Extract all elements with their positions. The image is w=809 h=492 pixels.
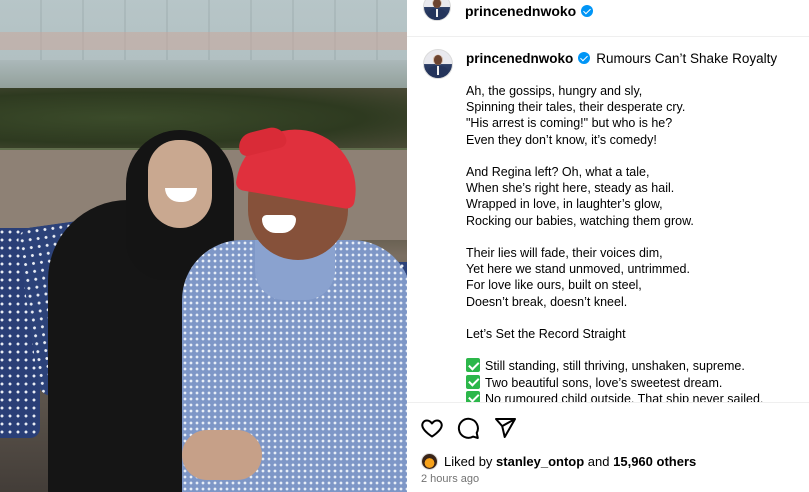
share-button[interactable] xyxy=(493,416,517,440)
checklist-item-text: No rumoured child outside, That ship nev… xyxy=(485,391,764,402)
avatar-shirt xyxy=(435,9,439,17)
heart-icon xyxy=(421,419,443,438)
avatar-face xyxy=(433,55,443,66)
avatar-shirt xyxy=(436,66,440,75)
check-mark-icon xyxy=(466,374,480,389)
comment-icon xyxy=(457,417,479,439)
caption-line: Even they don’t know, it’s comedy! xyxy=(466,132,657,147)
caption-checklist: Still standing, still thriving, unshaken… xyxy=(466,358,796,402)
likes-count[interactable]: 15,960 others xyxy=(613,454,696,469)
verified-badge-icon xyxy=(581,5,594,17)
caption-line: Spinning their tales, their desperate cr… xyxy=(466,100,686,115)
liker-avatar[interactable] xyxy=(421,452,438,470)
check-mark-icon xyxy=(466,390,480,402)
caption-stanza: Ah, the gossips, hungry and sly, Spinnin… xyxy=(466,83,796,148)
caption-author-avatar[interactable] xyxy=(423,49,453,79)
like-button[interactable] xyxy=(420,416,444,440)
checklist-item-text: Two beautiful sons, love’s sweetest drea… xyxy=(485,375,723,390)
caption-header: princenednwoko Rumours Can’t Shake Royalt… xyxy=(466,51,777,66)
verified-badge-icon xyxy=(578,52,591,64)
checklist-item: No rumoured child outside, That ship nev… xyxy=(466,390,796,402)
caption-title: Rumours Can’t Shake Royalty xyxy=(596,51,778,66)
photo-building xyxy=(0,0,407,60)
caption-line: When she’s right here, steady as hail. xyxy=(466,181,675,196)
divider xyxy=(407,402,809,403)
liker-username[interactable]: stanley_ontop xyxy=(496,454,584,469)
caption-line: "His arrest is coming!" but who is he? xyxy=(466,116,673,131)
caption-stanza: Let’s Set the Record Straight xyxy=(466,326,796,342)
caption-line: For love like ours, built on steel, xyxy=(466,278,642,293)
likes-summary: Liked by stanley_ontop and 15,960 others xyxy=(421,452,696,470)
author-avatar[interactable] xyxy=(423,0,451,21)
caption-text: Ah, the gossips, hungry and sly, Spinnin… xyxy=(466,83,796,402)
post-header: princenednwoko xyxy=(407,0,809,24)
caption-line: Yet here we stand unmoved, untrimmed. xyxy=(466,262,690,277)
caption-stanza: Their lies will fade, their voices dim, … xyxy=(466,245,796,310)
comment-button[interactable] xyxy=(456,416,480,440)
caption-line: And Regina left? Oh, what a tale, xyxy=(466,165,650,179)
post-photo[interactable] xyxy=(0,0,407,492)
caption-line: Their lies will fade, their voices dim, xyxy=(466,246,663,260)
post-timestamp[interactable]: 2 hours ago xyxy=(421,473,479,485)
photo-hand xyxy=(182,430,262,480)
caption-area[interactable]: princenednwoko Rumours Can’t Shake Royalt… xyxy=(407,37,809,402)
header-username[interactable]: princenednwoko xyxy=(465,3,594,19)
caption-line: Wrapped in love, in laughter’s glow, xyxy=(466,197,663,212)
photo-awning xyxy=(0,32,407,50)
likes-and: and xyxy=(587,453,610,469)
post-side-panel: princenednwoko princenednwoko Rumours Can… xyxy=(407,0,809,492)
caption-stanza: And Regina left? Oh, what a tale, When s… xyxy=(466,164,796,229)
caption-username[interactable]: princenednwoko xyxy=(466,51,573,66)
caption-line: Doesn’t break, doesn’t kneel. xyxy=(466,294,628,309)
checklist-item: Still standing, still thriving, unshaken… xyxy=(466,358,796,374)
header-username-text[interactable]: princenednwoko xyxy=(465,3,576,19)
caption-line: Ah, the gossips, hungry and sly, xyxy=(466,84,643,98)
likes-prefix: Liked by xyxy=(444,453,493,469)
share-icon xyxy=(495,418,516,438)
checklist-item: Two beautiful sons, love’s sweetest drea… xyxy=(466,374,796,391)
caption-section-heading: Let’s Set the Record Straight xyxy=(466,327,626,341)
avatar-face xyxy=(433,0,441,9)
post-actions xyxy=(407,410,809,446)
checklist-item-text: Still standing, still thriving, unshaken… xyxy=(485,359,745,374)
photo-woman-face xyxy=(148,140,212,228)
caption-line: Rocking our babies, watching them grow. xyxy=(466,213,694,228)
check-mark-icon xyxy=(466,358,480,373)
